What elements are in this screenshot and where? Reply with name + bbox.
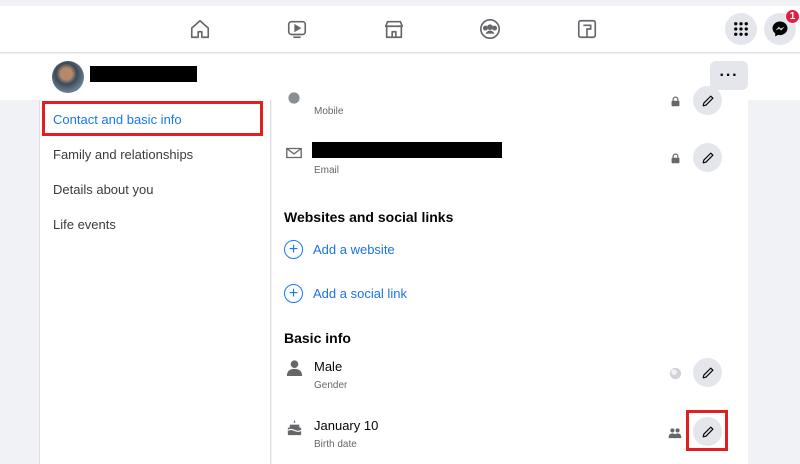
messenger-button[interactable]: 1	[764, 9, 800, 45]
home-icon[interactable]	[188, 17, 212, 41]
edit-email-button[interactable]	[693, 143, 722, 172]
pencil-icon	[702, 426, 713, 437]
avatar[interactable]	[52, 61, 84, 93]
email-icon	[284, 143, 304, 163]
phone-icon	[284, 88, 304, 108]
redacted-email	[312, 142, 502, 158]
birth-date-value: January 10	[314, 418, 379, 433]
edit-mobile-button[interactable]	[693, 86, 722, 115]
websites-section-title: Websites and social links	[284, 209, 454, 225]
edit-birth-date-button[interactable]	[693, 417, 722, 446]
birthday-cake-icon	[284, 417, 304, 437]
birth-date-label: Birth date	[314, 439, 357, 450]
edit-gender-button[interactable]	[693, 358, 722, 387]
messenger-icon	[772, 21, 788, 37]
top-strip	[0, 0, 800, 6]
basic-info-section-title: Basic info	[284, 330, 351, 346]
sidebar-item-family-relationships[interactable]: Family and relationships	[53, 147, 193, 162]
messenger-notification-badge: 1	[785, 9, 800, 24]
sidebar-item-life-events[interactable]: Life events	[53, 217, 116, 232]
menu-button[interactable]	[725, 13, 757, 45]
lock-icon[interactable]	[668, 94, 682, 108]
gender-label: Gender	[314, 380, 348, 391]
mobile-label: Mobile	[314, 106, 344, 117]
about-sidebar: Contact and basic info Family and relati…	[39, 100, 271, 464]
marketplace-icon[interactable]	[382, 17, 406, 41]
about-content-panel: Mobile Email Websites and social links +…	[272, 86, 748, 464]
more-options-button[interactable]: ···	[710, 61, 748, 90]
person-icon	[284, 357, 304, 377]
sidebar-item-details-about-you[interactable]: Details about you	[53, 182, 153, 197]
add-website-link[interactable]: Add a website	[313, 242, 395, 257]
sidebar-item-contact-basic-info[interactable]: Contact and basic info	[53, 112, 182, 127]
pencil-icon	[702, 367, 713, 378]
public-privacy-icon[interactable]	[668, 366, 682, 380]
grid-menu-icon	[734, 22, 748, 36]
gender-value: Male	[314, 359, 343, 374]
gaming-icon[interactable]	[575, 17, 599, 41]
top-navigation-bar: 1	[0, 0, 800, 53]
add-icon[interactable]: +	[284, 240, 303, 259]
add-social-link[interactable]: Add a social link	[313, 286, 407, 301]
email-label: Email	[314, 165, 340, 176]
groups-icon[interactable]	[478, 17, 502, 41]
pencil-icon	[702, 152, 713, 163]
lock-icon[interactable]	[668, 151, 682, 165]
pencil-icon	[702, 95, 713, 106]
friends-privacy-icon[interactable]	[668, 426, 682, 440]
watch-icon[interactable]	[285, 17, 309, 41]
add-icon[interactable]: +	[284, 284, 303, 303]
redacted-profile-name	[90, 66, 197, 82]
